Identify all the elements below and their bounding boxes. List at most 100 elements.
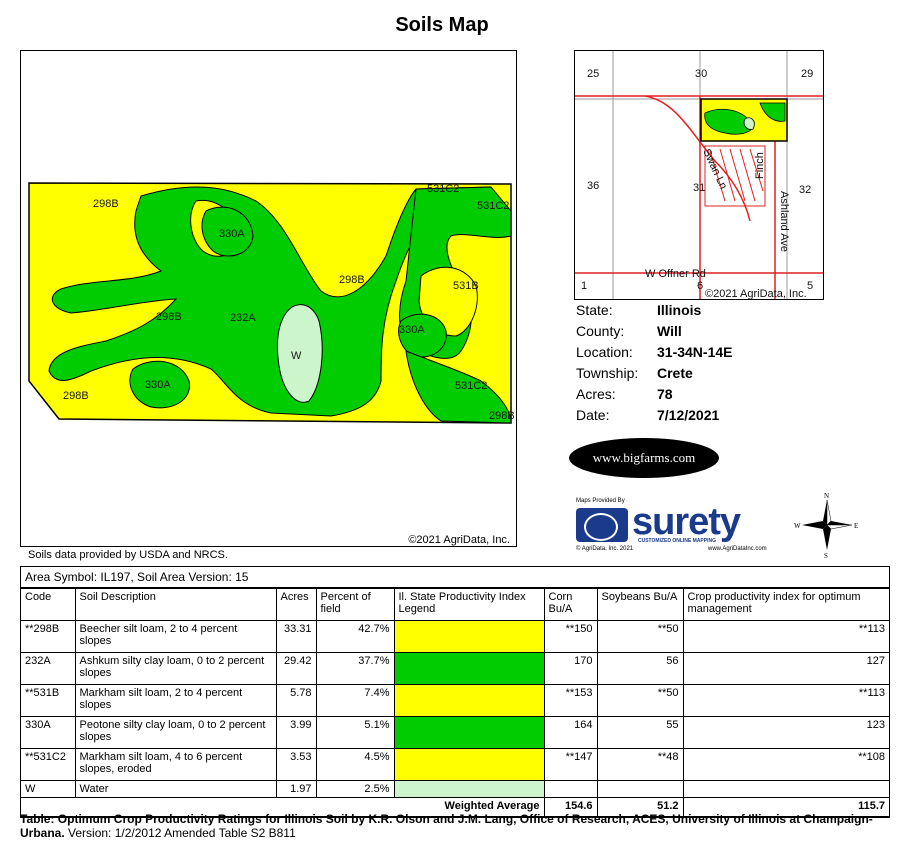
cell-description: Water — [74, 780, 277, 798]
soil-label: W — [291, 350, 302, 362]
surety-logo: Maps Provided By surety CUSTOMIZED ONLIN… — [574, 498, 780, 556]
section-label: 32 — [799, 184, 811, 196]
section-label: 36 — [587, 180, 599, 192]
legend-swatch — [394, 781, 544, 797]
cell-acres: 1.97 — [275, 780, 317, 798]
cell-soy: 55 — [596, 716, 684, 749]
info-value: 7/12/2021 — [657, 407, 720, 423]
info-key: Township: — [576, 365, 639, 381]
cell-corn: **153 — [543, 684, 598, 717]
header-legend: Il. State Productivity Index Legend — [393, 588, 545, 621]
legend-swatch — [394, 749, 544, 780]
table-row: 232A Ashkum silty clay loam, 0 to 2 perce… — [21, 652, 889, 685]
soil-label: 298B — [489, 410, 515, 422]
table-header-row: Code Soil Description Acres Percent of f… — [21, 588, 889, 621]
footer-version: Version: 1/2/2012 Amended Table S2 B811 — [64, 826, 296, 840]
legend-swatch — [394, 717, 544, 748]
info-row-state: State: Illinois — [576, 302, 733, 323]
legend-swatch — [394, 653, 544, 684]
info-row-date: Date: 7/12/2021 — [576, 407, 733, 428]
table-row: **298B Beecher silt loam, 2 to 4 percent … — [21, 620, 889, 653]
soil-label: 531C2 — [455, 380, 487, 392]
info-row-location: Location: 31-34N-14E — [576, 344, 733, 365]
cell-cpi: 127 — [682, 652, 889, 685]
legend-swatch — [394, 685, 544, 716]
info-key: Location: — [576, 344, 633, 360]
soils-map[interactable]: 298B 531C2 531C2 330A 298B 531B 298B 232… — [20, 50, 517, 547]
road-label: W Offner Rd — [645, 268, 706, 280]
cell-percent: 7.4% — [315, 684, 395, 717]
area-symbol: Area Symbol: IL197, Soil Area Version: 1… — [21, 567, 889, 588]
soil-label: 298B — [63, 390, 89, 402]
info-row-acres: Acres: 78 — [576, 386, 733, 407]
cell-percent: 5.1% — [315, 716, 395, 749]
info-key: County: — [576, 323, 625, 339]
soil-label: 298B — [156, 311, 182, 323]
table-row: **531C2 Markham silt loam, 4 to 6 percent… — [21, 748, 889, 781]
compass-s: S — [824, 552, 828, 558]
cell-cpi — [682, 780, 889, 798]
soil-label: 330A — [145, 379, 171, 391]
locator-map-canvas: 25 30 29 36 31 32 1 6 5 Swan Ln Finch As… — [575, 51, 823, 300]
cell-cpi: **108 — [682, 748, 889, 781]
compass-n: N — [824, 492, 829, 500]
cell-legend — [393, 684, 545, 717]
section-label: 6 — [697, 280, 703, 292]
cell-acres: 3.53 — [275, 748, 317, 781]
table-row: 330A Peotone silty clay loam, 0 to 2 perc… — [21, 716, 889, 749]
legend-swatch — [394, 621, 544, 652]
info-value: 31-34N-14E — [657, 344, 733, 360]
header-corn: Corn Bu/A — [543, 588, 598, 621]
section-label: 31 — [693, 182, 705, 194]
cell-code: W — [21, 780, 76, 798]
cell-soy — [596, 780, 684, 798]
cell-corn: 164 — [543, 716, 598, 749]
cell-code: **298B — [21, 620, 76, 653]
info-value: 78 — [657, 386, 673, 402]
globe-icon — [576, 508, 628, 542]
bigfarms-logo-link[interactable]: www.bigfarms.com — [569, 438, 719, 478]
header-soy: Soybeans Bu/A — [596, 588, 684, 621]
soils-map-canvas: 298B 531C2 531C2 330A 298B 531B 298B 232… — [28, 182, 515, 424]
info-key: Date: — [576, 407, 610, 423]
map-copyright: ©2021 AgriData, Inc. — [408, 534, 510, 546]
compass-rose-icon: N S W E — [794, 492, 858, 558]
cell-cpi: **113 — [682, 684, 889, 717]
cell-soy: **50 — [596, 620, 684, 653]
cell-percent: 37.7% — [315, 652, 395, 685]
cell-legend — [393, 716, 545, 749]
info-key: State: — [576, 302, 613, 318]
header-code: Code — [21, 588, 76, 621]
cell-acres: 29.42 — [275, 652, 317, 685]
cell-corn: **150 — [543, 620, 598, 653]
info-value: Will — [657, 323, 682, 339]
soil-label: 232A — [230, 312, 256, 324]
cell-legend — [393, 652, 545, 685]
info-key: Acres: — [576, 386, 616, 402]
header-desc: Soil Description — [74, 588, 277, 621]
parcel-info: State: Illinois County: Will Location: 31-3… — [576, 302, 733, 428]
info-row-township: Township: Crete — [576, 365, 733, 386]
info-value: Illinois — [657, 302, 702, 318]
locator-copyright: ©2021 AgriData, Inc. — [705, 288, 807, 300]
soil-table: Area Symbol: IL197, Soil Area Version: 1… — [20, 566, 890, 818]
section-label: 5 — [807, 280, 813, 292]
table-row: W Water 1.97 2.5% — [21, 780, 889, 798]
cell-legend — [393, 748, 545, 781]
info-row-county: County: Will — [576, 323, 733, 344]
cell-description: Markham silt loam, 4 to 6 percent slopes… — [74, 748, 277, 781]
cell-percent: 2.5% — [315, 780, 395, 798]
cell-legend — [393, 620, 545, 653]
cell-corn: **147 — [543, 748, 598, 781]
cell-corn — [543, 780, 598, 798]
cell-cpi: **113 — [682, 620, 889, 653]
locator-map[interactable]: 25 30 29 36 31 32 1 6 5 Swan Ln Finch As… — [574, 50, 824, 300]
source-note: Soils data provided by USDA and NRCS. — [28, 549, 228, 561]
road-label: Ashland Ave — [778, 191, 790, 252]
cell-code: 330A — [21, 716, 76, 749]
compass-w: W — [794, 522, 801, 530]
cell-acres: 5.78 — [275, 684, 317, 717]
soil-data-table: Code Soil Description Acres Percent of f… — [21, 588, 889, 817]
road-label: Finch — [754, 152, 766, 179]
cell-description: Markham silt loam, 2 to 4 percent slopes — [74, 684, 277, 717]
